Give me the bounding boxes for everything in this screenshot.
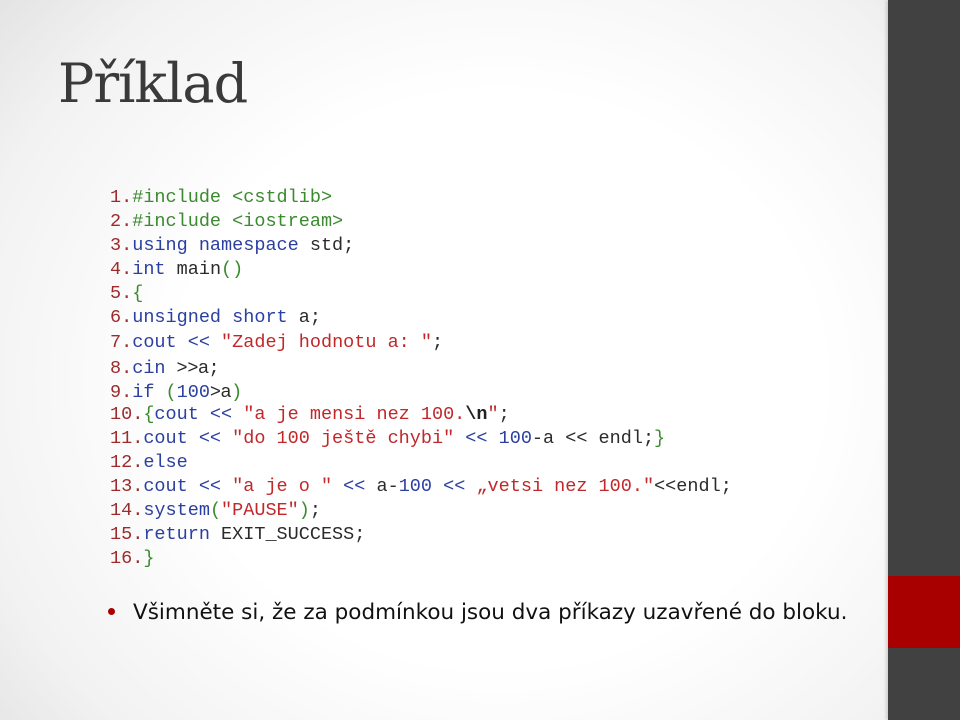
code-token: int — [132, 259, 166, 281]
code-token: >a — [209, 379, 232, 401]
code-token: ; — [208, 357, 220, 379]
line-number: 8. — [110, 357, 133, 379]
code-token: << — [454, 427, 499, 449]
code-line: 7.cout << "Zadej hodnotu a: "; — [110, 331, 732, 355]
code-line: 5.{ — [110, 282, 732, 306]
code-token: #include <iostream> — [132, 211, 344, 233]
code-token: 100 — [398, 476, 433, 498]
code-line: 15.return EXIT_SUCCESS; — [110, 523, 732, 547]
code-token: "PAUSE" — [221, 500, 299, 522]
code-token: „vetsi nez 100." — [476, 476, 655, 498]
code-token: " — [487, 403, 499, 425]
line-number: 1. — [110, 187, 133, 208]
code-token: { — [143, 403, 155, 425]
code-token: \n — [465, 403, 488, 425]
code-token: using namespace — [132, 235, 299, 257]
code-token: ) — [298, 500, 310, 522]
code-line: 3.using namespace std; — [110, 234, 732, 258]
code-token: } — [654, 427, 666, 449]
code-token: 100 — [176, 381, 210, 403]
code-token: ; — [309, 500, 321, 522]
code-line: 13.cout << "a je o " << a-100 << „vetsi … — [110, 475, 732, 499]
code-token: system — [143, 500, 210, 522]
code-token: cout << — [154, 403, 233, 425]
code-token: main — [165, 259, 222, 281]
line-number: 2. — [110, 211, 133, 233]
code-token: ) — [231, 381, 243, 403]
code-token: >>a — [176, 355, 209, 377]
code-line: 9.if (100>a) — [110, 379, 732, 403]
code-token: EXIT_SUCCESS; — [209, 524, 366, 546]
code-listing: 1.#include <cstdlib> 2.#include <iostream… — [110, 186, 732, 572]
bullet-text: Všimněte si, že za podmínkou jsou dva př… — [133, 600, 848, 625]
code-token: "a je o " — [232, 476, 333, 498]
line-number: 10. — [110, 403, 144, 425]
code-line: 4.int main() — [110, 258, 732, 282]
code-token: 100 — [498, 427, 532, 449]
code-token: #include <cstdlib> — [132, 187, 333, 208]
code-line: 8.cin >>a; — [110, 355, 732, 379]
line-number: 14. — [110, 500, 144, 522]
line-number: 11. — [110, 427, 144, 449]
code-line: 12.else — [110, 451, 732, 475]
code-line: 10.{cout << "a je mensi nez 100.\n"; — [110, 403, 732, 427]
code-token: } — [143, 548, 155, 570]
line-number: 9. — [110, 381, 133, 403]
slide-title: Příklad — [58, 52, 248, 115]
line-number: 15. — [110, 524, 144, 546]
code-token: if — [132, 381, 155, 403]
bullet-icon — [108, 607, 115, 615]
code-token: cout << — [143, 476, 222, 498]
line-number: 6. — [110, 307, 133, 329]
code-token: ; — [498, 403, 510, 425]
line-number: 13. — [110, 476, 144, 498]
code-line: 6.unsigned short a; — [110, 306, 732, 330]
code-token: cin — [132, 357, 166, 379]
code-line: 11.cout << "do 100 ještě chybi" << 100-a… — [110, 427, 732, 451]
code-token: else — [143, 452, 188, 474]
code-token: << — [332, 476, 377, 498]
code-token: a; — [287, 307, 321, 329]
code-token: "a je mensi nez 100. — [243, 403, 466, 425]
code-line: 1.#include <cstdlib> — [110, 186, 732, 210]
code-token: -a << endl; — [531, 427, 655, 449]
line-number: 7. — [110, 331, 133, 353]
code-token: cout << — [143, 427, 222, 449]
code-token: a- — [376, 476, 399, 498]
line-number: 16. — [110, 548, 144, 570]
code-token: << — [432, 476, 477, 498]
code-token: unsigned short — [132, 307, 288, 329]
line-number: 3. — [110, 235, 133, 257]
line-number: 5. — [110, 283, 133, 305]
code-token: <<endl; — [654, 476, 732, 498]
code-token: ( — [165, 381, 177, 403]
code-token: return — [143, 524, 210, 546]
line-number: 12. — [110, 452, 144, 474]
code-token: () — [221, 259, 244, 281]
code-token: ; — [431, 331, 444, 353]
code-token: cout << — [132, 331, 210, 353]
code-token: ( — [209, 500, 222, 522]
line-number: 4. — [110, 259, 133, 281]
code-token: "Zadej hodnotu a: " — [221, 331, 432, 353]
code-line: 2.#include <iostream> — [110, 210, 732, 234]
bullet-item: Všimněte si, že za podmínkou jsou dva př… — [108, 600, 847, 625]
slide-accent-block — [888, 576, 960, 648]
code-token: "do 100 ještě chybi" — [232, 427, 455, 449]
code-token: std; — [298, 235, 355, 257]
code-token: { — [132, 283, 144, 305]
code-line: 16.} — [110, 547, 732, 571]
code-line: 14.system("PAUSE"); — [110, 499, 732, 523]
